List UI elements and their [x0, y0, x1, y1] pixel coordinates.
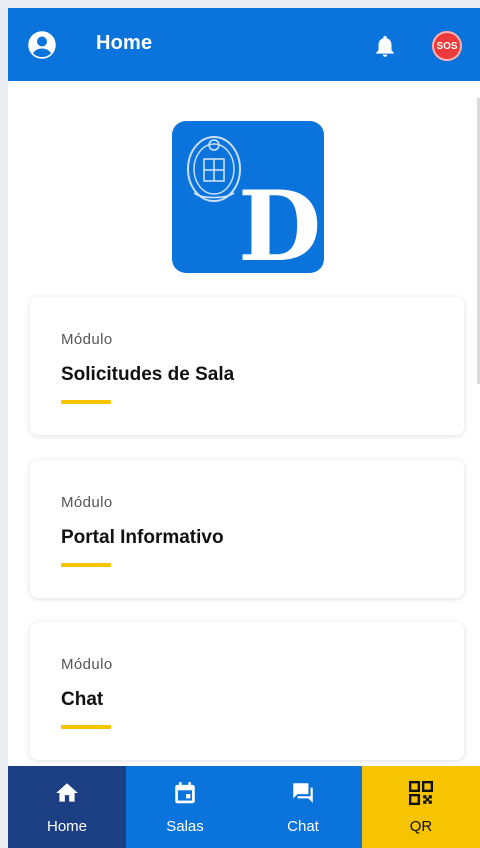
page-title: Home	[96, 32, 153, 54]
module-kicker: Módulo	[61, 331, 113, 348]
calendar-icon	[175, 782, 195, 804]
nav-home[interactable]: Home	[8, 766, 126, 848]
module-card-chat[interactable]: Módulo Chat	[30, 622, 464, 760]
home-icon	[56, 783, 78, 802]
module-kicker: Módulo	[61, 656, 113, 673]
sos-button[interactable]: SOS	[432, 31, 462, 61]
nav-label: QR	[409, 818, 433, 835]
accent-bar	[61, 725, 111, 729]
accent-bar	[61, 563, 111, 567]
module-kicker: Módulo	[61, 494, 113, 511]
module-title: Chat	[61, 689, 104, 710]
top-app-bar: Home SOS	[8, 8, 480, 81]
module-card-portal[interactable]: Módulo Portal Informativo	[30, 460, 464, 598]
nav-salas[interactable]: Salas	[126, 766, 244, 848]
module-card-solicitudes[interactable]: Módulo Solicitudes de Sala	[30, 297, 464, 435]
qr-code-icon	[408, 780, 434, 806]
accent-bar	[61, 400, 111, 404]
app-logo: D	[172, 121, 324, 273]
module-title: Solicitudes de Sala	[61, 364, 235, 385]
account-circle-icon[interactable]	[27, 30, 57, 60]
module-title: Portal Informativo	[61, 527, 224, 548]
nav-qr[interactable]: QR	[362, 766, 480, 848]
app-screen: Home SOS D Módulo Solicitudes de Sala Mó…	[8, 8, 480, 848]
bell-icon[interactable]	[372, 32, 398, 60]
chat-icon	[293, 783, 313, 803]
nav-label: Home	[46, 818, 87, 835]
nav-label: Chat	[287, 818, 319, 835]
nav-label: Salas	[166, 818, 204, 835]
nav-chat[interactable]: Chat	[244, 766, 362, 848]
bottom-navigation: Home Salas Chat QR	[8, 766, 480, 848]
logo-letter: D	[238, 170, 322, 274]
